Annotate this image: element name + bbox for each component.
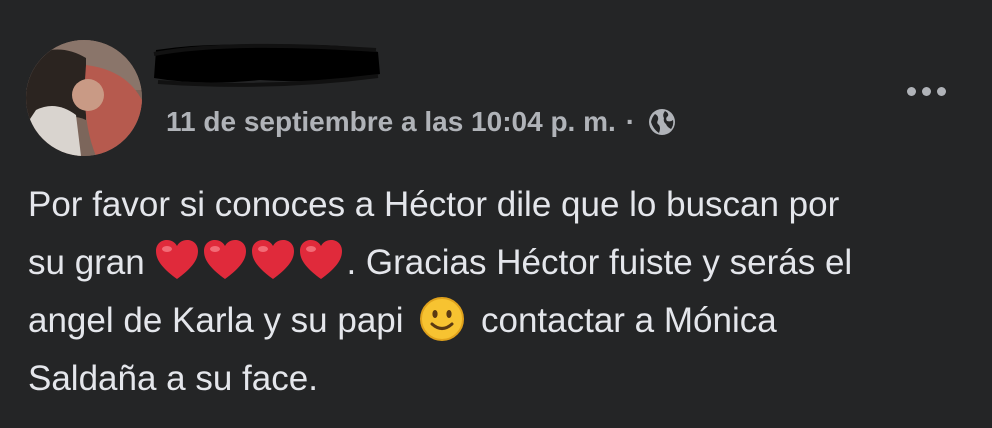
slightly-smiling-face-icon (419, 296, 465, 342)
red-heart-icon (298, 239, 344, 281)
globe-icon[interactable] (647, 107, 677, 137)
post-body: Por favor si conoces a Héctor dile que l… (28, 176, 968, 408)
post-text-line: Saldaña a su face. (28, 359, 318, 398)
post-text-segment: . Gracias Héctor fuiste y serás el (346, 243, 853, 282)
redacted-name (153, 43, 380, 87)
red-heart-icon (250, 239, 296, 281)
red-heart-icon (154, 239, 200, 281)
red-heart-icon (202, 239, 248, 281)
post-meta: 11 de septiembre a las 10:04 p. m. · (166, 102, 677, 142)
post-text-line: angel de Karla y su papi contactar a Món… (28, 292, 968, 350)
more-options-icon (906, 86, 916, 96)
more-options-icon (921, 86, 931, 96)
more-options-button[interactable] (896, 74, 956, 108)
timestamp-link[interactable]: 11 de septiembre a las 10:04 p. m. (166, 106, 616, 138)
meta-separator: · (625, 106, 636, 137)
post-text-segment: su gran (28, 243, 155, 282)
post-card: 11 de septiembre a las 10:04 p. m. · Por… (0, 0, 992, 428)
avatar[interactable] (26, 40, 142, 156)
post-text-line: su gran . Gracias Héctor fuiste y serás … (28, 234, 968, 292)
more-options-icon (936, 86, 946, 96)
post-text-segment: contactar a Mónica (471, 301, 777, 340)
post-text-segment: angel de Karla y su papi (28, 301, 414, 340)
post-text-line: Por favor si conoces a Héctor dile que l… (28, 185, 840, 224)
